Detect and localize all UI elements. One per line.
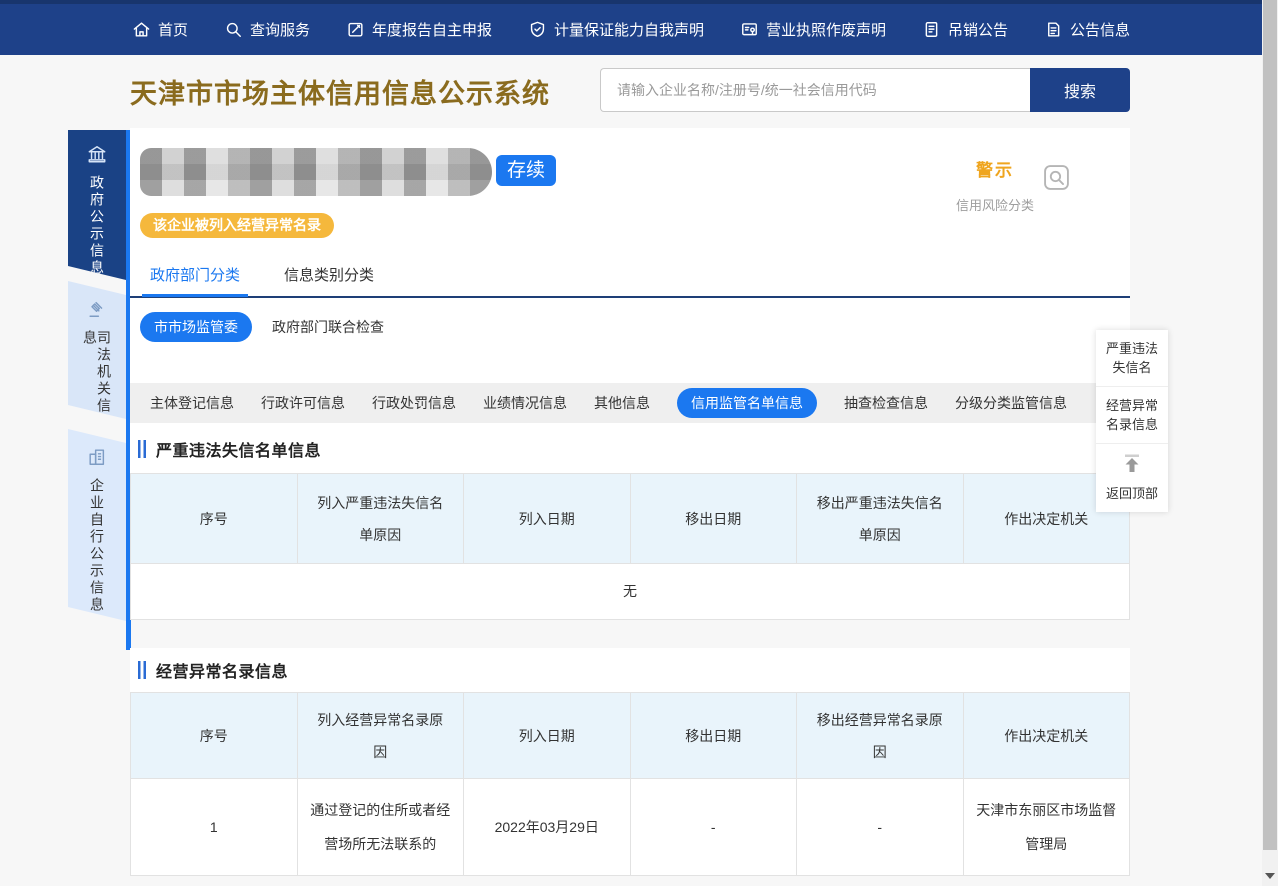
nav-item-annual-report[interactable]: 年度报告自主申报 <box>346 19 492 40</box>
sidebar-item-government-publicity[interactable]: 政府公示信息 <box>68 130 126 280</box>
search-bar: 搜索 <box>600 68 1130 112</box>
nav-item-label: 计量保证能力自我声明 <box>554 19 704 40</box>
status-badge: 存续 <box>496 155 556 186</box>
nav-item-revocation-notice[interactable]: 吊销公告 <box>922 19 1008 40</box>
nav-item-query-service[interactable]: 查询服务 <box>224 19 310 40</box>
redacted-company-name <box>140 148 492 196</box>
scrollbar <box>1262 0 1278 886</box>
tab-info-category-classification[interactable]: 信息类别分类 <box>284 260 374 297</box>
home-icon <box>132 20 151 39</box>
tab-registration-info[interactable]: 主体登记信息 <box>150 393 234 413</box>
abnormal-list-badge: 该企业被列入经营异常名录 <box>140 213 334 238</box>
sidebar-item-judicial-info[interactable]: 司法机关信息 <box>68 281 126 419</box>
filter-joint-inspection[interactable]: 政府部门联合检查 <box>272 317 384 337</box>
cell-list-date: 2022年03月29日 <box>464 779 631 876</box>
sidebar-item-label: 司法机关信息 <box>83 330 111 419</box>
nav-item-label: 公告信息 <box>1070 19 1130 40</box>
department-filter-row: 市市场监管委 政府部门联合检查 <box>140 312 384 342</box>
tab-government-department-classification[interactable]: 政府部门分类 <box>150 260 240 297</box>
sidebar-item-label: 企业自行公示信息 <box>90 478 104 614</box>
nav-item-label: 首页 <box>158 19 188 40</box>
top-navbar: 首页 查询服务 年度报告自主申报 计量保证能力自我声明 营业执照作废声明 吊销公… <box>0 0 1262 55</box>
risk-level-text: 警示 <box>950 156 1040 181</box>
credit-risk-block: 警示 信用风险分类 <box>950 156 1040 214</box>
site-header: 天津市市场主体信用信息公示系统 搜索 <box>0 59 1262 128</box>
column-header: 列入日期 <box>464 693 631 779</box>
table-header-row: 序号 列入严重违法失信名单原因 列入日期 移出日期 移出严重违法失信名单原因 作… <box>131 474 1130 564</box>
risk-magnifier-icon[interactable] <box>1043 164 1070 196</box>
cell-list-reason: 通过登记的住所或者经营场所无法联系的 <box>297 779 464 876</box>
column-header: 列入日期 <box>464 474 631 564</box>
category-tab-bar: 主体登记信息 行政许可信息 行政处罚信息 业绩情况信息 其他信息 信用监管名单信… <box>130 383 1130 423</box>
table-empty-row: 无 <box>131 564 1130 620</box>
search-icon <box>224 20 243 39</box>
table-row: 1 通过登记的住所或者经营场所无法联系的 2022年03月29日 - - 天津市… <box>131 779 1130 876</box>
scrollbar-down-arrow-icon[interactable] <box>1265 873 1275 879</box>
shield-check-icon <box>528 20 547 39</box>
empty-cell: 无 <box>131 564 1130 620</box>
tab-administrative-license-info[interactable]: 行政许可信息 <box>261 393 345 413</box>
cell-decision-authority: 天津市东丽区市场监督管理局 <box>963 779 1130 876</box>
revoke-notice-icon <box>922 20 941 39</box>
nav-item-license-void-declaration[interactable]: 营业执照作废声明 <box>740 19 886 40</box>
column-header: 序号 <box>131 693 298 779</box>
tab-other-info[interactable]: 其他信息 <box>594 393 650 413</box>
tab-credit-supervision-list-info[interactable]: 信用监管名单信息 <box>677 388 817 418</box>
search-input[interactable] <box>600 68 1030 112</box>
cell-remove-reason: - <box>797 779 964 876</box>
search-button[interactable]: 搜索 <box>1030 68 1130 112</box>
license-icon <box>740 20 759 39</box>
table-header-row: 序号 列入经营异常名录原因 列入日期 移出日期 移出经营异常名录原因 作出决定机… <box>131 693 1130 779</box>
quick-nav-serious-violation[interactable]: 严重违法失信名 <box>1096 330 1168 387</box>
section-title: 严重违法失信名单信息 <box>156 437 321 461</box>
scrollbar-thumb[interactable] <box>1263 0 1277 850</box>
nav-item-label: 年度报告自主申报 <box>372 19 492 40</box>
column-header: 列入经营异常名录原因 <box>297 693 464 779</box>
bulletin-icon <box>1044 20 1063 39</box>
page-title: 天津市市场主体信用信息公示系统 <box>130 72 550 111</box>
section-header-abnormal-operation: 经营异常名录信息 <box>130 648 1130 692</box>
office-building-icon <box>86 447 108 472</box>
company-info-card: 存续 该企业被列入经营异常名录 警示 信用风险分类 政府部门分类 信息类别分类 … <box>130 128 1130 618</box>
back-to-top-icon <box>1120 464 1144 479</box>
nav-item-metrology-declaration[interactable]: 计量保证能力自我声明 <box>528 19 704 40</box>
abnormal-operation-card: 经营异常名录信息 序号 列入经营异常名录原因 列入日期 移出日期 移出经营异常名… <box>130 648 1130 876</box>
abnormal-operation-table: 序号 列入经营异常名录原因 列入日期 移出日期 移出经营异常名录原因 作出决定机… <box>130 692 1130 876</box>
filter-market-supervision-committee[interactable]: 市市场监管委 <box>140 312 252 342</box>
anchor-quick-nav: 严重违法失信名 经营异常名录信息 返回顶部 <box>1096 330 1168 512</box>
quick-nav-abnormal-operation[interactable]: 经营异常名录信息 <box>1096 387 1168 444</box>
nav-item-label: 吊销公告 <box>948 19 1008 40</box>
sidebar-item-enterprise-self-publicity[interactable]: 企业自行公示信息 <box>68 429 126 621</box>
nav-item-label: 营业执照作废声明 <box>766 19 886 40</box>
sidebar-item-label: 政府公示信息 <box>90 175 104 277</box>
cell-remove-date: - <box>630 779 797 876</box>
column-header: 移出日期 <box>630 474 797 564</box>
government-building-icon <box>86 144 108 169</box>
nav-item-announcements[interactable]: 公告信息 <box>1044 19 1130 40</box>
gavel-icon <box>86 299 108 324</box>
section-title: 经营异常名录信息 <box>156 658 288 682</box>
section-bars-icon <box>138 661 147 679</box>
column-header: 移出日期 <box>630 693 797 779</box>
edit-report-icon <box>346 20 365 39</box>
back-to-top-button[interactable]: 返回顶部 <box>1096 444 1168 512</box>
column-header: 列入严重违法失信名单原因 <box>297 474 464 564</box>
column-header: 序号 <box>131 474 298 564</box>
nav-item-home[interactable]: 首页 <box>132 19 188 40</box>
tab-performance-info[interactable]: 业绩情况信息 <box>483 393 567 413</box>
column-header: 移出经营异常名录原因 <box>797 693 964 779</box>
serious-violation-table: 序号 列入严重违法失信名单原因 列入日期 移出日期 移出严重违法失信名单原因 作… <box>130 473 1130 620</box>
risk-category-label: 信用风险分类 <box>950 195 1040 214</box>
section-bars-icon <box>138 440 147 458</box>
nav-item-label: 查询服务 <box>250 19 310 40</box>
section-header-serious-violation: 严重违法失信名单信息 <box>130 426 1130 472</box>
column-header: 作出决定机关 <box>963 693 1130 779</box>
cell-seq: 1 <box>131 779 298 876</box>
back-to-top-label: 返回顶部 <box>1102 483 1162 502</box>
tab-spot-check-info[interactable]: 抽查检查信息 <box>844 393 928 413</box>
column-header: 移出严重违法失信名单原因 <box>797 474 964 564</box>
tab-graded-classification-supervision-info[interactable]: 分级分类监管信息 <box>955 393 1067 413</box>
tab-administrative-penalty-info[interactable]: 行政处罚信息 <box>372 393 456 413</box>
classification-tabs: 政府部门分类 信息类别分类 <box>150 260 374 297</box>
